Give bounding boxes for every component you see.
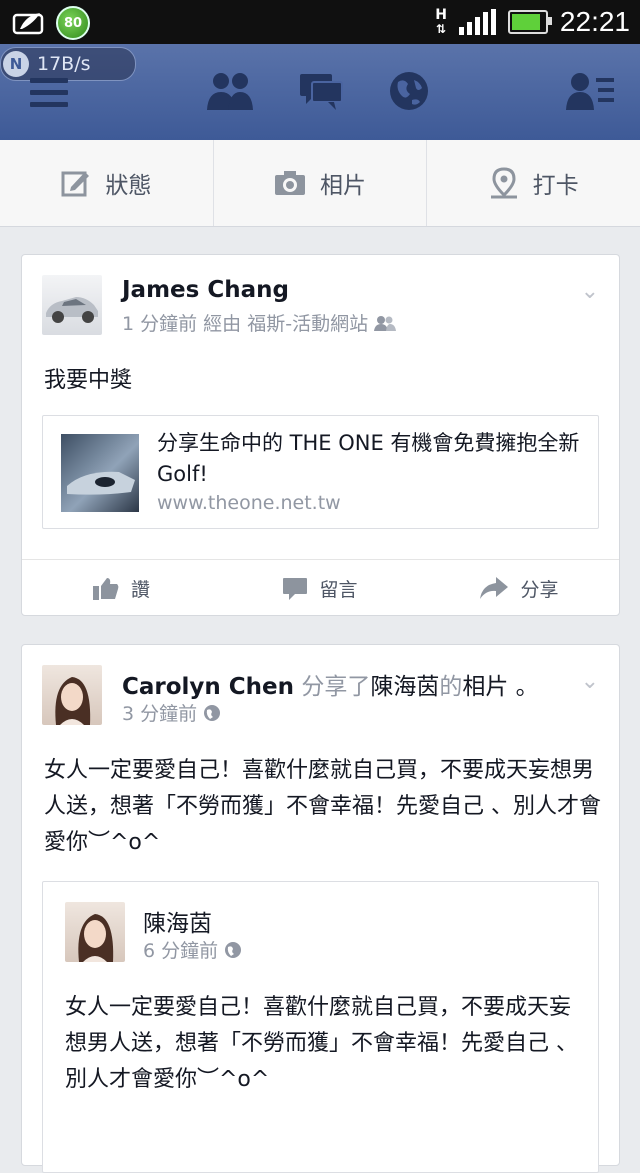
post-card-carolyn-chen: Carolyn Chen 分享了陳海茵的相片 。 3 分鐘前 ⌄ 女人一定要愛自… xyxy=(21,644,620,1173)
edit-status-icon xyxy=(61,171,90,197)
car-avatar-image xyxy=(46,297,98,323)
status-bar: 80 H ⇅ 22:21 xyxy=(0,0,640,44)
shared-of: 的 xyxy=(439,674,463,700)
shared-post-author[interactable]: 陳海茵 xyxy=(143,904,212,938)
battery-percent-badge: 80 xyxy=(56,6,90,40)
photo-button[interactable]: 相片 xyxy=(212,140,427,226)
messages-icon[interactable] xyxy=(298,70,344,112)
location-pin-icon xyxy=(490,167,517,199)
post-author[interactable]: James Chang xyxy=(122,277,289,303)
public-globe-icon xyxy=(204,704,221,721)
share-label: 分享 xyxy=(520,578,559,601)
post-actions: 讚 留言 分享 xyxy=(22,559,619,616)
link-title: 分享生命中的 THE ONE 有機會免費擁抱全新Golf! xyxy=(157,431,580,486)
data-speed: 17B/s xyxy=(37,53,91,75)
menu-icon[interactable] xyxy=(30,78,68,114)
comment-icon xyxy=(283,578,308,600)
public-globe-icon xyxy=(225,941,242,958)
checkin-button[interactable]: 打卡 xyxy=(426,140,640,226)
screen-off-icon xyxy=(12,13,44,35)
comment-button[interactable]: 留言 xyxy=(221,560,420,616)
post-card-james-chang: James Chang 1 分鐘前 經由 福斯-活動網站 ⌄ 我要中獎 分享生命… xyxy=(21,254,620,616)
battery-icon xyxy=(507,10,552,34)
friends-audience-icon xyxy=(374,315,397,331)
link-preview[interactable]: 分享生命中的 THE ONE 有機會免費擁抱全新Golf! www.theone… xyxy=(42,415,599,529)
post-options-chevron-icon[interactable]: ⌄ xyxy=(581,279,599,304)
share-button[interactable]: 分享 xyxy=(420,560,619,616)
data-speed-overlay: N 17B/s xyxy=(0,47,136,81)
link-thumbnail xyxy=(61,434,139,512)
comment-label: 留言 xyxy=(319,578,358,601)
status-label: 狀態 xyxy=(105,173,152,199)
avatar[interactable] xyxy=(42,275,102,335)
post-header: Carolyn Chen 分享了陳海茵的相片 。 xyxy=(122,667,539,701)
shared-name-link[interactable]: 陳海茵 xyxy=(370,674,439,700)
shared-post-avatar[interactable] xyxy=(65,902,125,962)
clock: 22:21 xyxy=(559,6,630,37)
composer-bar: 狀態 相片 打卡 xyxy=(0,140,640,227)
like-label: 讚 xyxy=(130,578,150,601)
shared-object-link[interactable]: 相片 xyxy=(462,674,508,700)
post-meta: 3 分鐘前 xyxy=(122,703,198,725)
profile-photo xyxy=(78,914,114,962)
avatar[interactable] xyxy=(42,665,102,725)
shared-suffix: 。 xyxy=(515,674,539,700)
post-text: 我要中獎 xyxy=(44,368,133,393)
post-text: 女人一定要愛自己！喜歡什麼就自己買，不要成天妄想男人送，想著「不勞而獲」不會幸福… xyxy=(44,758,601,855)
notifications-globe-icon[interactable] xyxy=(388,70,430,112)
camera-icon xyxy=(275,171,305,195)
shared-prefix: 分享了 xyxy=(301,674,371,700)
friends-list-icon[interactable] xyxy=(566,70,616,112)
friend-requests-icon[interactable] xyxy=(206,70,254,112)
shared-post-meta: 6 分鐘前 xyxy=(143,940,219,962)
photo-label: 相片 xyxy=(320,173,366,199)
shared-post-text: 女人一定要愛自己！喜歡什麼就自己買，不要成天妄想男人送，想著「不勞而獲」不會幸福… xyxy=(65,995,578,1092)
facebook-top-bar: N 17B/s xyxy=(0,44,640,140)
signal-strength-icon xyxy=(458,9,496,35)
thumbs-up-icon xyxy=(92,578,119,600)
profile-photo xyxy=(55,677,91,725)
share-arrow-icon xyxy=(480,577,509,599)
shared-post[interactable]: 陳海茵 6 分鐘前 女人一定要愛自己！喜歡什麼就自己買，不要成天妄想男人送，想著… xyxy=(42,881,599,1173)
checkin-label: 打卡 xyxy=(532,173,579,199)
speed-badge: N xyxy=(3,51,29,77)
post-meta: 1 分鐘前 經由 福斯-活動網站 xyxy=(122,313,369,335)
post-author[interactable]: Carolyn Chen xyxy=(122,674,294,700)
status-button[interactable]: 狀態 xyxy=(0,140,213,226)
link-url: www.theone.net.tw xyxy=(157,492,341,514)
network-type-indicator: H ⇅ xyxy=(435,7,447,36)
like-button[interactable]: 讚 xyxy=(22,560,221,616)
post-options-chevron-icon[interactable]: ⌄ xyxy=(581,669,599,694)
